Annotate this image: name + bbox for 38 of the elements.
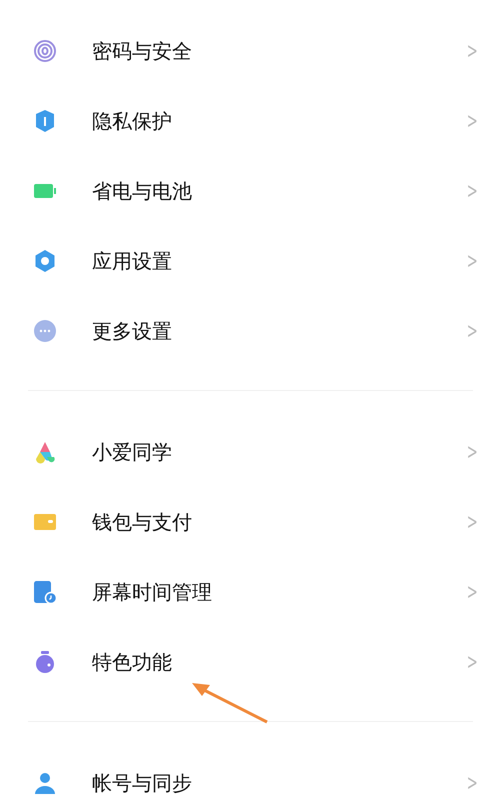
- chevron: >: [466, 318, 478, 344]
- item-label: 帐号与同步: [92, 770, 193, 796]
- more-icon: [33, 319, 57, 343]
- settings-item[interactable]: 应用设置 >: [0, 226, 501, 296]
- item-label: 应用设置: [92, 248, 173, 274]
- chevron: >: [466, 38, 478, 64]
- flask-icon: [33, 650, 57, 674]
- fingerprint-icon: [33, 39, 57, 63]
- item-label: 更多设置: [92, 318, 173, 344]
- item-label: 隐私保护: [92, 108, 173, 134]
- settings-item[interactable]: 小爱同学 >: [0, 417, 501, 487]
- screen-time-icon: [33, 580, 57, 604]
- settings-item[interactable]: 隐私保护 >: [0, 86, 501, 156]
- settings-item[interactable]: 屏幕时间管理 >: [0, 557, 501, 627]
- settings-item[interactable]: 钱包与支付 >: [0, 487, 501, 557]
- chevron: >: [466, 178, 478, 204]
- item-label: 特色功能: [92, 648, 173, 676]
- item-label: 省电与电池: [92, 178, 193, 204]
- settings-item[interactable]: 帐号与同步 >: [0, 748, 501, 800]
- triangle-logo-icon: [33, 440, 57, 464]
- item-label: 小爱同学: [92, 438, 173, 466]
- chevron: >: [466, 108, 478, 134]
- item-label: 屏幕时间管理: [92, 578, 213, 606]
- chevron: >: [466, 580, 478, 604]
- item-label: 钱包与支付: [92, 508, 193, 536]
- chevron: >: [466, 248, 478, 274]
- chevron: >: [466, 440, 478, 464]
- gear-icon: [33, 249, 57, 273]
- chevron: >: [466, 770, 478, 796]
- chevron: >: [466, 510, 478, 534]
- shield-icon: [33, 109, 57, 133]
- settings-item[interactable]: 省电与电池 >: [0, 156, 501, 226]
- person-icon: [33, 771, 57, 795]
- settings-item[interactable]: 密码与安全 >: [0, 16, 501, 86]
- settings-item[interactable]: 特色功能 >: [0, 627, 501, 697]
- item-label: 密码与安全: [92, 38, 193, 64]
- settings-item[interactable]: 更多设置 >: [0, 296, 501, 366]
- chevron: >: [466, 650, 478, 674]
